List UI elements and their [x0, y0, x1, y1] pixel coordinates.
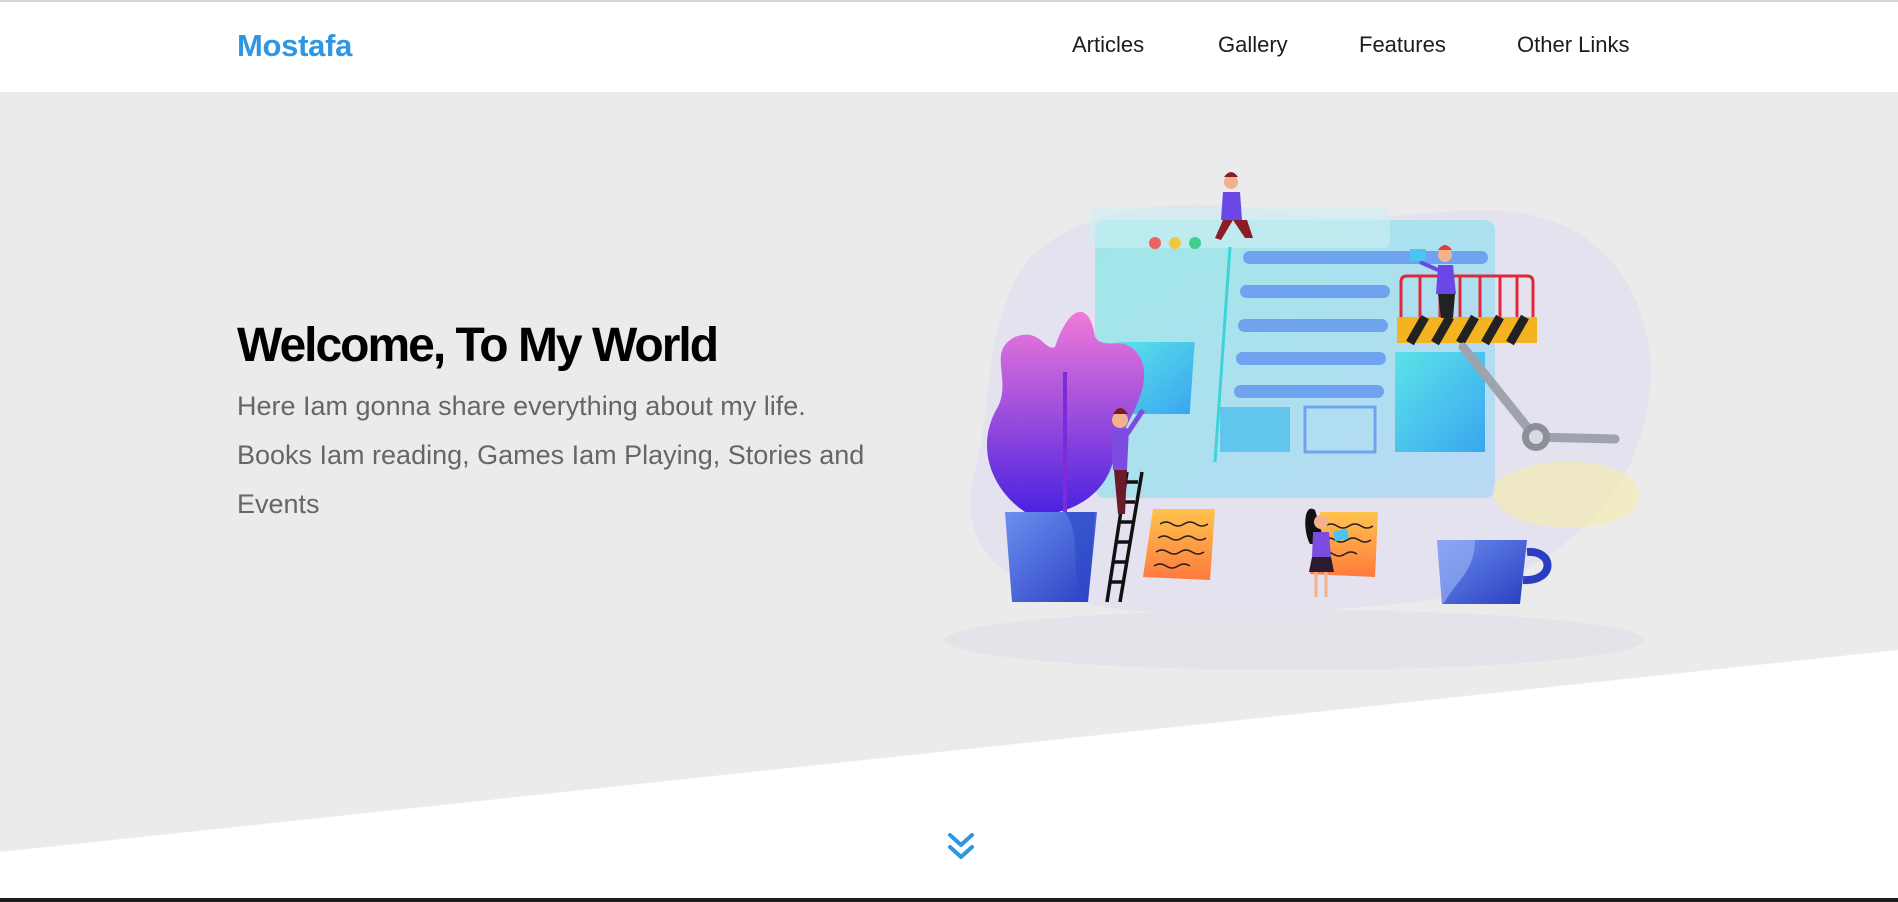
hero-illustration [945, 172, 1651, 670]
nav-link-features[interactable]: Features [1359, 32, 1446, 58]
nav-link-other-links[interactable]: Other Links [1517, 32, 1630, 58]
landing-section: Welcome, To My World Here Iam gonna shar… [0, 92, 1898, 902]
nav-link-gallery[interactable]: Gallery [1218, 32, 1288, 58]
main-nav: Articles Gallery Features Other Links [0, 32, 1898, 64]
double-chevron-down-icon[interactable] [946, 830, 976, 864]
site-header: Mostafa Articles Gallery Features Other … [0, 2, 1898, 92]
nav-link-articles[interactable]: Articles [1072, 32, 1144, 58]
hero-title: Welcome, To My World [237, 319, 719, 372]
bottom-border [0, 898, 1898, 902]
hero-description: Here Iam gonna share everything about my… [237, 391, 865, 519]
